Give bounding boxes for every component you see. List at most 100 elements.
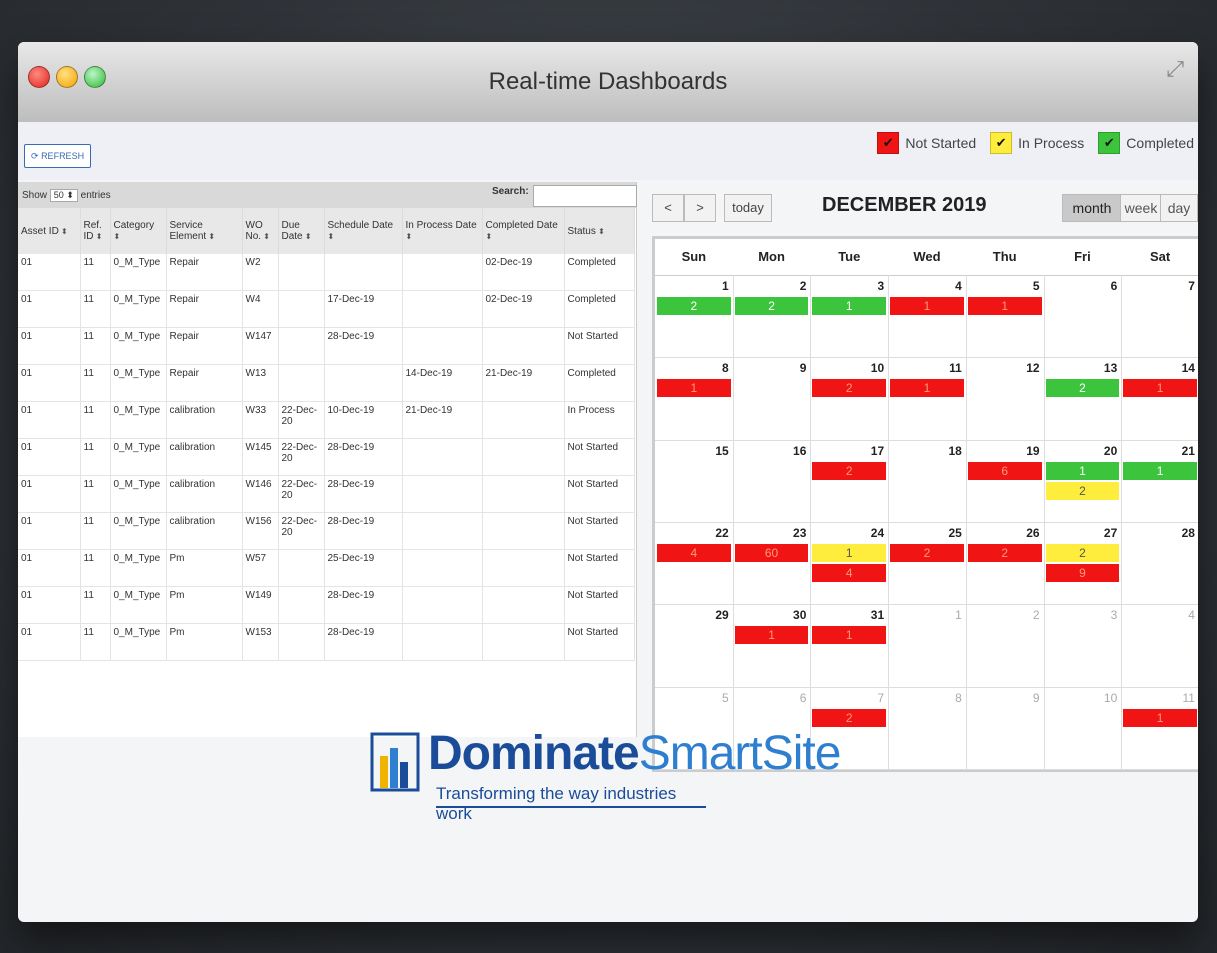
column-header[interactable]: Due Date ⬍ (278, 208, 325, 254)
calendar-day-cell[interactable]: 9 (732, 357, 812, 441)
calendar-day-cell[interactable]: 17 2 (810, 439, 890, 523)
calendar-event[interactable]: 2 (1045, 379, 1120, 398)
calendar-event[interactable]: 1 (657, 379, 731, 398)
calendar-day-cell[interactable]: 2 (965, 604, 1045, 688)
table-row[interactable]: 01 11 0_M_Type Repair W2 02-Dec-19 Completed (18, 254, 635, 291)
calendar-day-cell[interactable]: 51 (965, 275, 1045, 359)
calendar-event[interactable]: 1 (1045, 461, 1120, 480)
column-header[interactable]: Status ⬍ (564, 208, 635, 254)
calendar-day-cell[interactable]: 30 1 (732, 604, 812, 688)
calendar-event[interactable]: 2 (734, 297, 809, 315)
calendar-day-cell[interactable]: 25 2 (888, 522, 967, 606)
calendar-event[interactable]: 2 (1045, 481, 1120, 500)
calendar-day-cell[interactable]: 26 2 (965, 522, 1045, 606)
view-month-button[interactable]: month (1062, 194, 1122, 222)
calendar-day-cell[interactable]: 24 1 4 (810, 522, 890, 606)
calendar-event[interactable]: 2 (1045, 544, 1120, 562)
column-header[interactable]: Service Element ⬍ (166, 208, 243, 254)
calendar-event[interactable]: 9 (1045, 564, 1120, 582)
calendar-event[interactable]: 1 (1123, 708, 1197, 727)
calendar-event[interactable]: 1 (812, 544, 887, 562)
calendar-day-cell[interactable]: 27 2 9 (1043, 522, 1123, 606)
calendar-event[interactable]: 2 (967, 544, 1042, 562)
calendar-day-cell[interactable]: 15 (655, 439, 734, 523)
calendar-day-cell[interactable]: 19 6 (965, 439, 1045, 523)
calendar-today-button[interactable]: today (724, 194, 772, 222)
search-input[interactable] (533, 185, 637, 207)
calendar-day-cell[interactable]: 81 (655, 357, 734, 441)
calendar-event[interactable]: 1 (1123, 461, 1197, 480)
calendar-day-cell[interactable]: 14 1 (1121, 357, 1198, 441)
calendar-event[interactable]: 1 (812, 297, 887, 315)
calendar-event[interactable]: 2 (812, 379, 887, 398)
calendar-event[interactable]: 2 (657, 297, 731, 315)
calendar-event[interactable]: 2 (812, 461, 887, 480)
calendar-day-cell[interactable]: 7 (1121, 275, 1198, 359)
calendar-prev-button[interactable]: < (652, 194, 684, 222)
table-row[interactable]: 01 11 0_M_Type calibration W156 22-Dec-20 28-D… (18, 512, 635, 550)
table-row[interactable]: 01 11 0_M_Type Repair W4 17-Dec-19 02-Dec-19 Co… (18, 290, 635, 328)
calendar-event[interactable]: 1 (812, 626, 887, 645)
column-header[interactable]: Completed Date ⬍ (482, 208, 565, 254)
calendar-event[interactable]: 2 (890, 544, 964, 562)
view-day-button[interactable]: day (1160, 194, 1198, 222)
calendar-day-cell[interactable]: 41 (888, 275, 967, 359)
calendar-event[interactable]: 1 (967, 297, 1042, 315)
table-row[interactable]: 01 11 0_M_Type Pm W153 28-Dec-19 Not Started (18, 623, 635, 661)
calendar-day-cell[interactable]: 1 (888, 604, 967, 688)
view-week-button[interactable]: week (1120, 194, 1162, 222)
calendar-event[interactable]: 1 (890, 379, 964, 398)
calendar-day-cell[interactable]: 18 (888, 439, 967, 523)
refresh-button[interactable]: ⟳ REFRESH (24, 144, 92, 168)
calendar-event[interactable]: 4 (657, 544, 731, 562)
calendar-event[interactable]: 60 (734, 544, 809, 562)
calendar-day-cell[interactable]: 6 (1043, 275, 1123, 359)
table-cell: 02-Dec-19 (482, 254, 565, 291)
calendar-day-cell[interactable]: 10 2 (810, 357, 890, 441)
expand-icon[interactable]: ⤢ (1166, 56, 1184, 82)
column-header[interactable]: Category ⬍ (110, 208, 167, 254)
calendar-day-cell[interactable]: 8 (888, 686, 967, 770)
calendar-day-cell[interactable]: 13 2 (1043, 357, 1123, 441)
calendar-day-cell[interactable]: 4 (1121, 604, 1198, 688)
calendar-event[interactable]: 1 (1123, 379, 1197, 398)
calendar-day-cell[interactable]: 22 (732, 275, 812, 359)
table-cell: Completed (564, 364, 635, 402)
calendar-day-cell[interactable]: 28 (1121, 522, 1198, 606)
calendar-day-cell[interactable]: 12 (965, 357, 1045, 441)
calendar-event[interactable]: 1 (734, 626, 809, 645)
column-header[interactable]: Asset ID ⬍ (18, 208, 81, 254)
calendar-day-cell[interactable]: 12 (655, 275, 734, 359)
table-row[interactable]: 01 11 0_M_Type Pm W57 25-Dec-19 Not Started (18, 549, 635, 587)
calendar-event[interactable]: 2 (812, 708, 887, 727)
calendar-day-cell[interactable]: 16 (732, 439, 812, 523)
calendar-day-cell[interactable]: 21 1 (1121, 440, 1198, 523)
column-header[interactable]: WO No. ⬍ (242, 208, 279, 254)
column-header[interactable]: Ref. ID ⬍ (80, 208, 111, 254)
calendar-day-cell[interactable]: 11 1 (1121, 687, 1198, 770)
table-row[interactable]: 01 11 0_M_Type Repair W13 14-Dec-19 21-Dec-19 C… (18, 364, 635, 402)
table-row[interactable]: 01 11 0_M_Type calibration W146 22-Dec-20 28-D… (18, 475, 635, 513)
table-row[interactable]: 01 11 0_M_Type Pm W149 28-Dec-19 Not Started (18, 586, 635, 624)
entries-select[interactable]: 50 ⬍ (49, 189, 78, 202)
calendar-day-cell[interactable]: 10 (1043, 686, 1123, 770)
calendar-day-cell[interactable]: 31 (810, 275, 890, 359)
calendar-day-cell[interactable]: 11 1 (888, 357, 967, 441)
table-row[interactable]: 01 11 0_M_Type Repair W147 28-Dec-19 Not Start… (18, 327, 635, 365)
calendar-day-cell[interactable]: 3 (1043, 604, 1123, 688)
calendar-event[interactable]: 1 (890, 297, 964, 315)
column-header[interactable]: In Process Date ⬍ (402, 208, 483, 254)
calendar-day-cell[interactable]: 20 1 2 (1043, 439, 1123, 523)
column-header[interactable]: Schedule Date ⬍ (324, 208, 403, 254)
table-row[interactable]: 01 11 0_M_Type calibration W33 22-Dec-20 10-De… (18, 401, 635, 439)
calendar-event[interactable]: 4 (812, 564, 887, 582)
calendar-event[interactable]: 6 (967, 461, 1042, 480)
calendar-day-cell[interactable]: 29 (655, 604, 734, 688)
table-row[interactable]: 01 11 0_M_Type calibration W145 22-Dec-20 28-D… (18, 438, 635, 476)
calendar-day-cell[interactable]: 22 4 (655, 522, 734, 606)
calendar-day-cell[interactable]: 31 1 (810, 604, 890, 688)
calendar-next-button[interactable]: > (684, 194, 716, 222)
day-number: 1 (722, 279, 729, 293)
calendar-day-cell[interactable]: 23 60 (732, 522, 812, 606)
calendar-day-cell[interactable]: 9 (965, 686, 1045, 770)
